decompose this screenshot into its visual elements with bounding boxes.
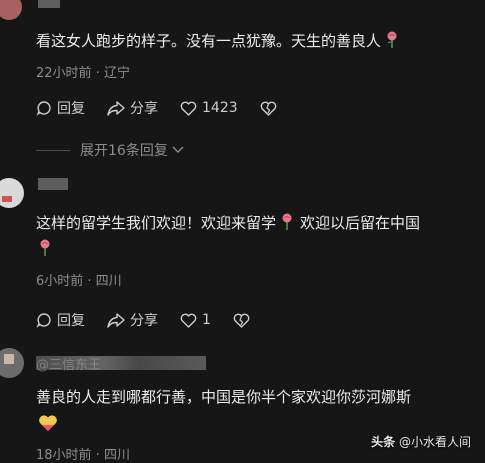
reply-button[interactable]: 回复 <box>36 98 85 118</box>
avatar-pixel <box>4 354 14 364</box>
chat-bubble-icon <box>36 101 51 116</box>
like-count: 1 <box>202 312 211 328</box>
dislike-button[interactable] <box>260 101 282 116</box>
avatar-pixel <box>2 196 12 202</box>
share-button[interactable]: 分享 <box>107 310 158 330</box>
username-blurred[interactable] <box>38 178 68 190</box>
share-label: 分享 <box>130 101 158 117</box>
comment-meta: 18小时前 · 四川 <box>36 448 130 463</box>
watermark-handle: @小水看人间 <box>398 435 471 449</box>
share-label: 分享 <box>130 313 158 329</box>
heart-icon <box>180 101 197 116</box>
comment-text: 看这女人跑步的样子。没有一点犹豫。天生的善良人 <box>36 30 399 52</box>
watermark-brand: 头条 <box>371 435 396 449</box>
comment-text: 这样的留学生我们欢迎！欢迎来留学 欢迎以后留在中国 <box>36 213 421 232</box>
like-button[interactable]: 1 <box>180 312 211 328</box>
rose-icon <box>282 213 292 230</box>
comment-meta: 22小时前 · 辽宁 <box>36 66 130 81</box>
rose-icon <box>387 31 397 48</box>
dislike-button[interactable] <box>233 313 255 328</box>
heart-icon <box>180 313 197 328</box>
avatar[interactable] <box>0 348 24 378</box>
avatar[interactable] <box>0 178 24 208</box>
heart-emoji-line2 <box>38 414 58 436</box>
comment-text: 善良的人走到哪都行善，中国是你半个家欢迎你莎河娜斯 <box>36 388 412 406</box>
chat-bubble-icon <box>36 313 51 328</box>
watermark: 头条 @小水看人间 <box>371 433 471 450</box>
comment-meta: 6小时前 · 四川 <box>36 274 122 289</box>
share-arrow-icon <box>107 313 125 328</box>
broken-heart-icon <box>260 101 276 116</box>
smiling-heart-emoji-icon <box>39 415 57 431</box>
comment-actions: 回复 分享 1 <box>36 310 277 330</box>
reply-button[interactable]: 回复 <box>36 310 85 330</box>
expand-replies-button[interactable]: 展开16条回复 <box>36 140 216 160</box>
comment-actions: 回复 分享 1423 <box>36 98 304 118</box>
chevron-down-icon <box>172 146 184 153</box>
expand-replies-label: 展开16条回复 <box>80 143 168 159</box>
share-button[interactable]: 分享 <box>107 98 158 118</box>
avatar[interactable] <box>0 0 22 20</box>
like-count: 1423 <box>202 100 238 116</box>
broken-heart-icon <box>233 313 250 328</box>
rose-icon-line2 <box>38 238 52 260</box>
rose-icon <box>40 239 50 256</box>
username-blurred[interactable] <box>38 0 60 8</box>
like-button[interactable]: 1423 <box>180 100 238 116</box>
divider <box>36 149 70 151</box>
share-arrow-icon <box>107 101 125 116</box>
reply-label: 回复 <box>57 313 85 329</box>
reply-label: 回复 <box>57 101 85 117</box>
username[interactable]: @三信东王 <box>36 354 101 373</box>
